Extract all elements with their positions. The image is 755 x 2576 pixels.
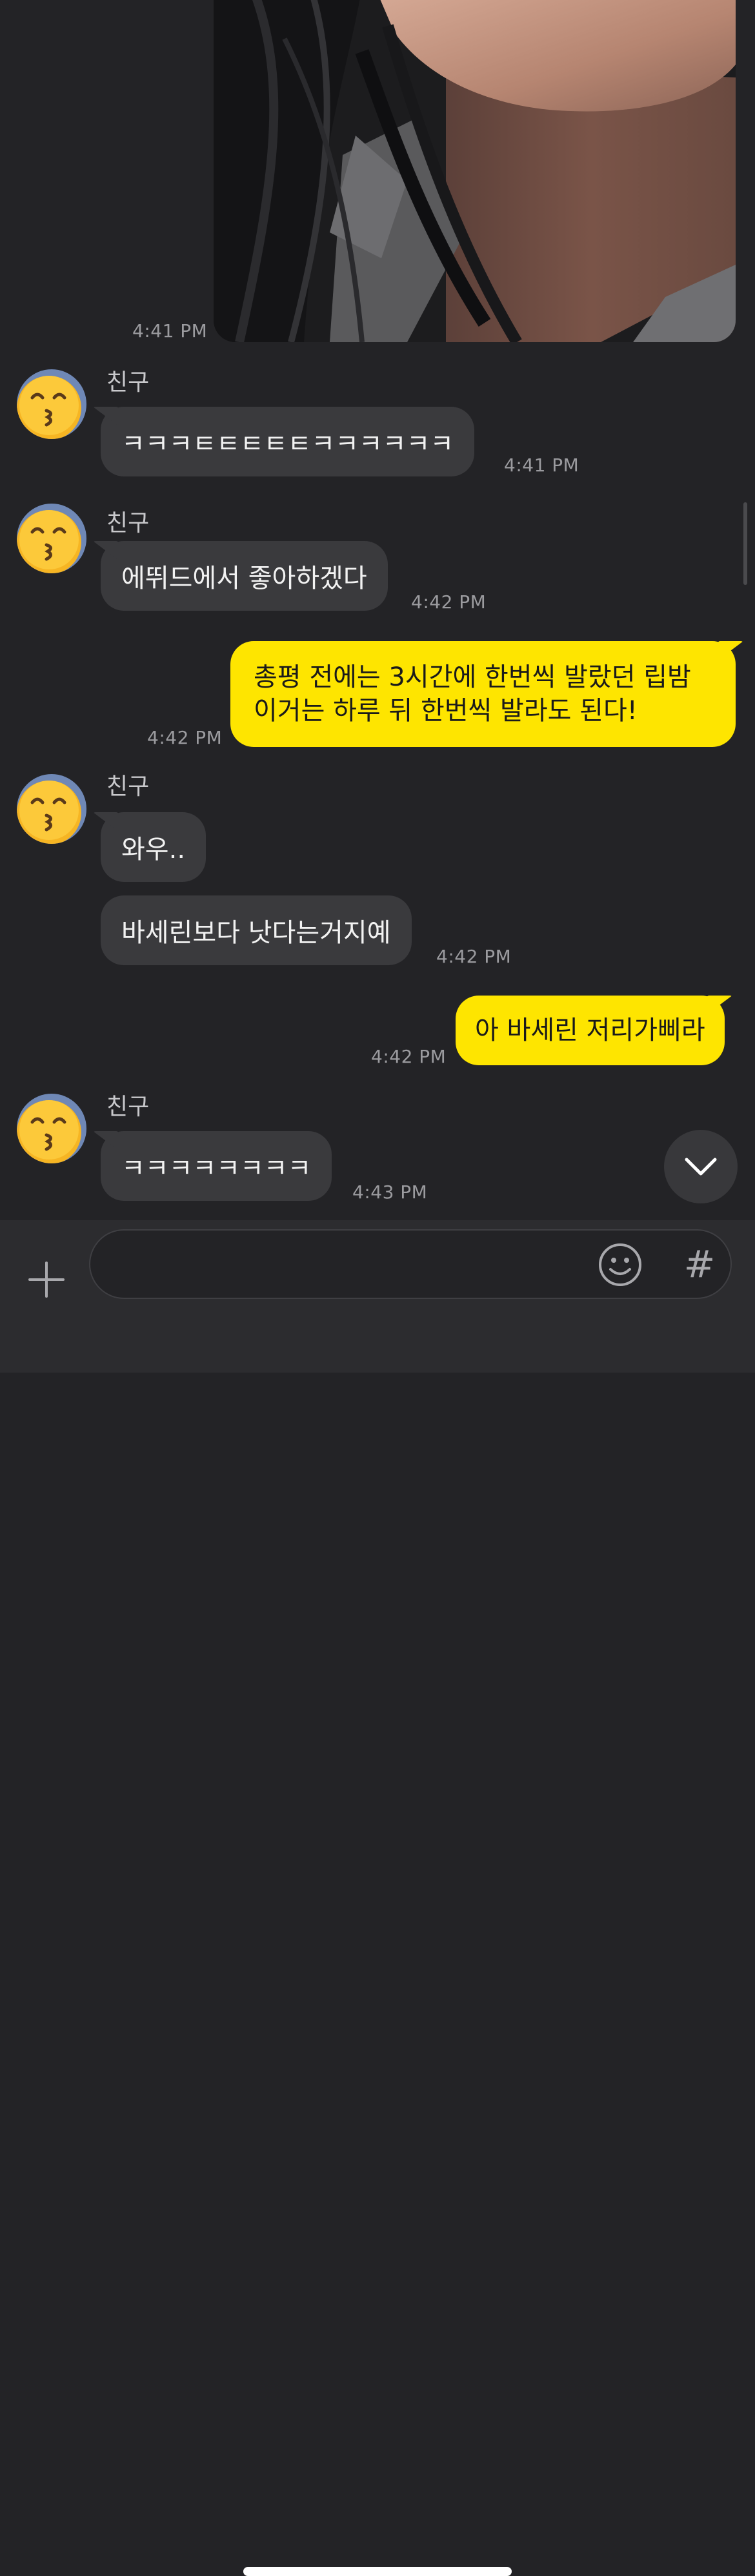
message-bubble[interactable]: ㅋㅋㅋㅋㅋㅋㅋㅋ xyxy=(101,1131,332,1201)
message-text: ㅋㅋㅋㅌㅌㅌㅌㅌㅋㅋㅋㅋㅋㅋ xyxy=(121,429,454,459)
message-input[interactable] xyxy=(114,1246,581,1283)
smiley-icon xyxy=(599,1243,641,1286)
photo-image xyxy=(214,0,736,342)
message-bubble[interactable]: 에뛰드에서 좋아하겠다 xyxy=(101,541,388,611)
message-bubble[interactable]: 와우.. xyxy=(101,812,206,882)
my-message-bubble[interactable]: 총평 전에는 3시간에 한번씩 발랐던 립밤 이거는 하루 뒤 한번씩 발라도 … xyxy=(230,641,736,747)
message-time: 4:42 PM xyxy=(147,727,223,748)
hash-button[interactable]: # xyxy=(676,1241,723,1287)
message-text-line: 총평 전에는 3시간에 한번씩 발랐던 립밤 xyxy=(254,662,691,692)
sender-name: 친구 xyxy=(106,369,150,396)
kissing-face-emoji-icon xyxy=(17,1100,81,1163)
kissing-face-emoji-icon xyxy=(17,510,81,573)
message-input-box[interactable]: # xyxy=(89,1229,732,1299)
emoji-button[interactable] xyxy=(598,1242,643,1287)
chevron-down-icon xyxy=(685,1158,717,1176)
message-text: 와우.. xyxy=(121,835,186,864)
friend-avatar[interactable] xyxy=(17,1094,86,1163)
plus-icon xyxy=(28,1262,65,1298)
friend-avatar[interactable] xyxy=(17,774,86,844)
attach-button[interactable] xyxy=(23,1256,70,1303)
message-composer: # xyxy=(0,1220,755,2576)
friend-avatar[interactable] xyxy=(17,369,86,439)
message-text-line: 이거는 하루 뒤 한번씩 발라도 된다! xyxy=(254,696,638,726)
message-text: 에뛰드에서 좋아하겠다 xyxy=(121,564,367,593)
message-text: 아 바세린 저리가삐라 xyxy=(475,1016,705,1045)
hash-icon: # xyxy=(683,1242,716,1286)
message-text: 바세린보다 낫다는거지예 xyxy=(121,918,391,948)
message-time: 4:43 PM xyxy=(352,1181,428,1203)
chat-area[interactable]: 4:41 PM 친구 ㅋㅋㅋㅌㅌㅌㅌㅌㅋㅋㅋㅋㅋㅋ 4:41 PM 친구 에뛰드… xyxy=(0,0,755,1220)
sender-name: 친구 xyxy=(106,510,150,537)
message-time: 4:42 PM xyxy=(371,1046,447,1067)
message-bubble[interactable]: 바세린보다 낫다는거지예 xyxy=(101,895,412,965)
sender-name: 친구 xyxy=(106,1094,150,1120)
message-time: 4:42 PM xyxy=(436,946,512,967)
message-text: ㅋㅋㅋㅋㅋㅋㅋㅋ xyxy=(121,1154,312,1183)
kissing-face-emoji-icon xyxy=(17,781,81,844)
kissing-face-emoji-icon xyxy=(17,376,81,439)
message-time: 4:42 PM xyxy=(411,591,487,613)
my-message-bubble[interactable]: 아 바세린 저리가삐라 xyxy=(456,996,725,1065)
photo-message[interactable] xyxy=(214,0,736,342)
sender-name: 친구 xyxy=(106,773,150,800)
home-indicator xyxy=(243,2567,512,2576)
message-time: 4:41 PM xyxy=(132,320,208,342)
message-bubble[interactable]: ㅋㅋㅋㅌㅌㅌㅌㅌㅋㅋㅋㅋㅋㅋ xyxy=(101,407,475,476)
friend-avatar[interactable] xyxy=(17,504,86,573)
message-time: 4:41 PM xyxy=(504,455,579,476)
scroll-down-button[interactable] xyxy=(664,1130,738,1203)
scroll-indicator[interactable] xyxy=(743,502,747,585)
